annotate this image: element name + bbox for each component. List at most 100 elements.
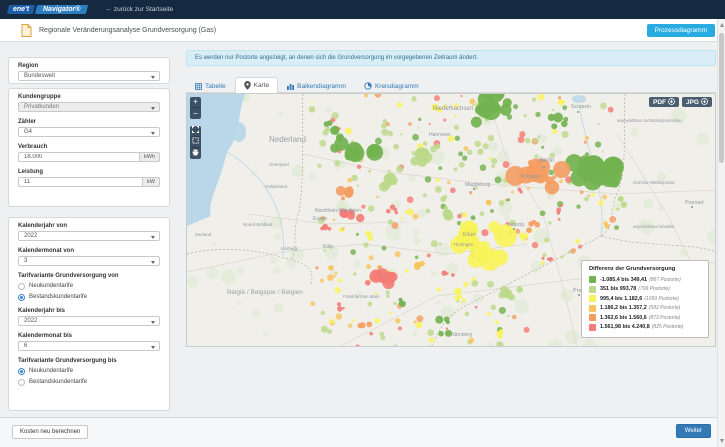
- tarifvariante-bis-label: Tarifvariante Grundversorgung bis: [18, 358, 160, 364]
- zoom-out-button[interactable]: −: [190, 108, 201, 119]
- map-legend: Differenz der Grundversorgung -1.085,4 b…: [581, 260, 709, 338]
- legend-swatch: [589, 324, 596, 331]
- vertical-scrollbar[interactable]: [717, 19, 725, 447]
- kalendermonat-bis-select[interactable]: 6: [18, 341, 160, 351]
- info-banner: Es werden nur Postorte angezeigt, an den…: [186, 50, 716, 66]
- process-diagram-button[interactable]: Prozessdiagramm: [647, 24, 715, 37]
- legend-swatch: [589, 305, 596, 312]
- tab-balkendiagramm[interactable]: Balkendiagramm: [278, 79, 355, 93]
- download-icon: [701, 98, 708, 107]
- kundengruppe-label: Kundengruppe: [18, 94, 160, 100]
- radio-unchecked-icon: [18, 283, 25, 290]
- map-place-label: Niedersachsen: [433, 106, 473, 112]
- legend-range: 351 bis 993,78: [600, 286, 636, 292]
- legend-entry: 995,4 bis 1.182,6 (1099 Postorte): [589, 294, 701, 304]
- map-place-label: województwo zachodniopomorskie: [617, 118, 682, 123]
- verbrauch-input[interactable]: [18, 152, 139, 162]
- map-place-label: Gorzów Wielkopolski: [633, 180, 675, 185]
- map-place-label: Szczecin: [571, 104, 591, 110]
- legend-count: (582 Postorte): [649, 305, 681, 311]
- brand-ene-t: ene't: [7, 5, 35, 14]
- page-header: Regionale Veränderungsanalyse Grundverso…: [0, 19, 725, 42]
- tarifvariante-bis-bestandskunden-option[interactable]: Bestandskundentarife: [18, 378, 160, 386]
- print-button[interactable]: [190, 148, 201, 159]
- fullscreen-icon: [192, 126, 199, 136]
- tab-karte[interactable]: Karte: [235, 77, 279, 93]
- legend-range: 995,4 bis 1.182,6: [600, 296, 642, 302]
- zoom-in-button[interactable]: +: [190, 97, 201, 108]
- export-jpg-label: JPG: [686, 99, 699, 106]
- tab-tabelle[interactable]: Tabelle: [186, 79, 235, 93]
- brand-navigator: Navigator®: [35, 5, 89, 14]
- legend-entry: 351 bis 993,78 (799 Postorte): [589, 285, 701, 295]
- kalenderjahr-von-select[interactable]: 2022: [18, 231, 160, 241]
- chevron-down-icon: [151, 107, 155, 110]
- kalendermonat-von-select[interactable]: 3: [18, 256, 160, 266]
- kalenderjahr-bis-select[interactable]: 2022: [18, 316, 160, 326]
- legend-swatch: [589, 295, 596, 302]
- zaehler-select[interactable]: G4: [18, 127, 160, 137]
- next-button[interactable]: Weiter: [676, 424, 711, 438]
- brand-logo[interactable]: ene't Navigator®: [8, 5, 88, 14]
- fullscreen-button[interactable]: [190, 126, 201, 137]
- kalenderjahr-von-label: Kalenderjahr von: [18, 223, 160, 229]
- legend-count: (1099 Postorte): [644, 296, 678, 302]
- region-select[interactable]: Bundesweit: [18, 71, 160, 81]
- verbrauch-label: Verbrauch: [18, 144, 160, 150]
- export-pdf-button[interactable]: PDF: [649, 97, 679, 107]
- tab-tabelle-label: Tabelle: [205, 83, 226, 90]
- leistung-unit: kW: [142, 177, 160, 187]
- chevron-down-icon: [151, 261, 155, 264]
- map-place-label: Essen: [313, 216, 327, 222]
- kalenderjahr-bis-value: 2022: [24, 318, 37, 324]
- legend-swatch: [589, 314, 596, 321]
- map-zoom-controls: + −: [190, 97, 201, 119]
- legend-count: (873 Postorte): [649, 315, 681, 321]
- kalendermonat-von-value: 3: [24, 258, 27, 264]
- map-place-label: België / Belgique / Belgien: [227, 289, 303, 296]
- map-place-label: województwo lubuskie: [633, 224, 675, 229]
- tarifvariante-von-label: Tarifvariante Grundversorgung von: [18, 273, 160, 279]
- kundengruppe-select[interactable]: Privatkunden: [18, 102, 160, 112]
- zaehler-label: Zähler: [18, 119, 160, 125]
- back-to-start-link[interactable]: ← zurück zur Startseite: [106, 6, 174, 13]
- selection-icon: [192, 137, 199, 147]
- tab-balkendiagramm-label: Balkendiagramm: [297, 83, 346, 90]
- tarifvariante-von-bestandskunden-option[interactable]: Bestandskundentarife: [18, 293, 160, 301]
- leistung-input[interactable]: [18, 177, 142, 187]
- leistung-label: Leistung: [18, 169, 160, 175]
- legend-entry: 1.362,6 bis 1.560,6 (873 Postorte): [589, 313, 701, 323]
- verbrauch-unit: kWh: [139, 152, 160, 162]
- recalculate-button[interactable]: Kosten neu berechnen: [12, 425, 88, 439]
- legend-swatch: [589, 276, 596, 283]
- region-card: Region Bundesweit: [8, 57, 170, 84]
- chevron-down-icon: [151, 346, 155, 349]
- export-jpg-button[interactable]: JPG: [682, 97, 712, 107]
- table-icon: [195, 83, 202, 90]
- region-value: Bundesweit: [24, 73, 55, 79]
- scroll-down-arrow-icon[interactable]: [720, 439, 724, 443]
- map-place-label: Hannover: [429, 132, 451, 138]
- view-tabs: Tabelle Karte Balkendiagramm Kreisdiagra…: [186, 77, 716, 93]
- map-place-label: Potsdam: [521, 174, 541, 180]
- scrollbar-thumb[interactable]: [719, 33, 724, 163]
- map-place-label: Magdeburg: [465, 182, 491, 188]
- page-title: Regionale Veränderungsanalyse Grundverso…: [39, 27, 216, 34]
- kalendermonat-bis-value: 6: [24, 343, 27, 349]
- tarifvariante-bis-neukunden-option[interactable]: Neukundentarife: [18, 367, 160, 375]
- tarifvariante-bis-bestandskunden-label: Bestandskundentarife: [29, 379, 87, 385]
- top-navbar: ene't Navigator® ← zurück zur Startseite: [0, 0, 725, 19]
- legend-count: (867 Postorte): [649, 277, 681, 283]
- select-area-button[interactable]: [190, 137, 201, 148]
- scroll-up-arrow-icon[interactable]: [720, 23, 724, 27]
- chevron-down-icon: [151, 132, 155, 135]
- map-pin-icon: [244, 81, 251, 90]
- tab-kreisdiagramm[interactable]: Kreisdiagramm: [355, 78, 428, 93]
- legend-count: (825 Postorte): [652, 324, 684, 330]
- tarifvariante-bis-neukunden-label: Neukundentarife: [29, 368, 73, 374]
- map-tool-controls: [190, 126, 201, 159]
- legend-range: 1.362,6 bis 1.560,6: [600, 315, 647, 321]
- legend-entry: 1.561,98 bis 4.240,8 (825 Postorte): [589, 323, 701, 333]
- map-canvas[interactable]: NederlandBelgië / Belgique / BelgienČesk…: [186, 93, 716, 347]
- tarifvariante-von-neukunden-option[interactable]: Neukundentarife: [18, 282, 160, 290]
